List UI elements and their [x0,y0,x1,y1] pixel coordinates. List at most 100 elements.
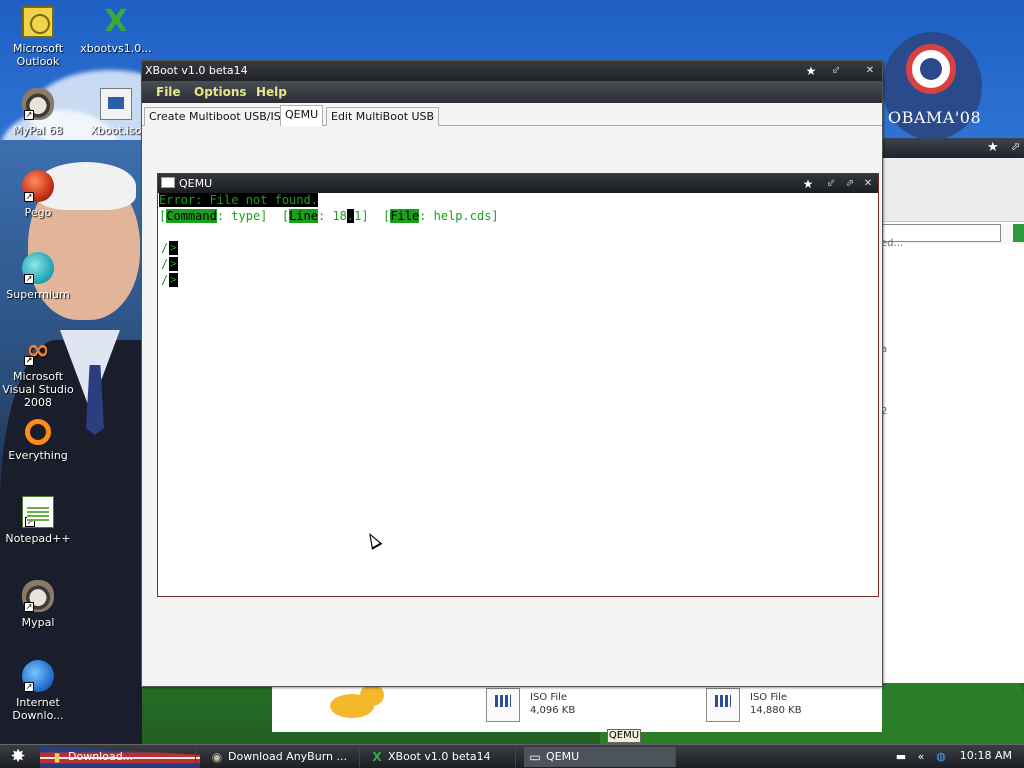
everything-icon [25,419,51,445]
desktop-icon-visual-studio[interactable]: ∞ ↗ Microsoft Visual Studio 2008 [0,333,78,410]
outlook-icon [22,6,54,38]
taskbar-tooltip: QEMU [607,729,641,743]
file-type: ISO File [750,692,788,703]
close-icon[interactable]: ✕ [862,63,878,79]
file-size: 14,880 KB [750,705,802,716]
file-type: ISO File [530,692,568,703]
file-label: File [390,209,420,223]
file-item[interactable]: ISO File 14,880 KB [706,686,826,730]
desktop-icon-xboot[interactable]: X xbootvs1.0... [76,4,156,56]
search-companion-dog [320,684,390,728]
prompt-marker: / > [161,257,178,271]
prompt-marker: / > [161,241,178,255]
desktop-icon-supermium[interactable]: ↗ Supermium [0,252,78,301]
start-button[interactable]: ✸ [4,747,32,767]
tab-create-multiboot[interactable]: Create Multiboot USB/ISO [144,107,295,126]
iso-file-icon [100,88,132,120]
qemu-titlebar[interactable]: QEMU ★ ⬃ ⬀ ✕ [158,174,878,193]
line-label: Line [289,209,318,223]
window-control-icon[interactable]: ⬀ [1011,140,1020,153]
taskbar-item-xboot[interactable]: X XBoot v1.0 beta14 [366,747,516,767]
desktop-icon-label: Internet Downlo... [12,696,64,722]
internet-download-manager-icon: ↗ [22,660,54,692]
system-tray: ▬ « ◍ 10:18 AM [884,745,1024,768]
taskbar-item-label: Download... [68,750,134,763]
campaign-logo-text: OBAMA'08 [888,108,982,127]
tab-strip: Create Multiboot USB/ISO QEMU Edit Multi… [142,105,882,126]
file-size: 4,096 KB [530,705,576,716]
xboot-icon: X [104,4,128,39]
notepad-plus-plus-icon: ↗ [22,496,54,528]
desktop-icon-outlook[interactable]: Microsoft Outlook [0,6,78,68]
desktop-icon-label: Notepad++ [5,532,71,545]
mypal-icon: ◉ [211,750,223,764]
clock[interactable]: 10:18 AM [960,749,1012,762]
desktop-icon-mypal68[interactable]: ↗ MyPal 68 [0,88,78,137]
pin-icon[interactable]: ★ [800,176,816,192]
taskbar-item-label: QEMU [546,750,580,763]
pin-icon[interactable]: ★ [987,140,999,155]
file-item[interactable]: ISO File 4,096 KB [486,686,596,730]
taskbar-item-label: Download AnyBurn ... [228,750,347,763]
tab-qemu[interactable]: QEMU [280,105,324,126]
line-value: 18 [332,209,347,223]
error-message: Error: File not found. [159,193,318,207]
command-value: type [231,209,261,223]
iso-file-icon [706,688,740,722]
text-fragment: ed... [881,238,904,249]
window-title: QEMU [179,177,213,190]
desktop-icon-label: Mypal [21,616,55,629]
visual-studio-icon: ∞ ↗ [24,333,50,366]
maximize-icon[interactable]: ⬀ [842,176,858,192]
desktop-icon-pego[interactable]: ↗ Pego [0,170,78,219]
desktop-icon-internet-download-manager[interactable]: ↗ Internet Downlo... [0,660,78,722]
pin-icon[interactable]: ★ [803,63,819,79]
taskbar-item-qemu[interactable]: ▭ QEMU [524,747,676,767]
xboot-icon: X [372,750,382,764]
mypal-icon: ↗ [22,580,54,612]
xboot-titlebar[interactable]: XBoot v1.0 beta14 ★ ⬃ ✕ [142,61,882,81]
desktop-icon-label: Pego [24,206,52,219]
desktop-icon-label: Supermium [6,288,70,301]
background-window-toolbar [881,158,1024,222]
qemu-window: QEMU ★ ⬃ ⬀ ✕ Error: File not found. [Com… [157,173,879,597]
background-explorer-window[interactable]: ★ ⬀ ed... a 2 [880,138,1024,683]
desktop-icon-label: Microsoft Visual Studio 2008 [2,370,74,409]
window-icon [161,177,175,188]
close-icon[interactable]: ✕ [860,176,876,192]
emulator-screen[interactable]: Error: File not found. [Command: type] [… [159,193,877,593]
network-globe-icon[interactable]: ◍ [934,750,948,764]
taskbar: ✸ ▮ Download... ◉ Download AnyBurn ... X… [0,744,1024,768]
file-value: help.cds [433,209,492,223]
desktop-icon-notepad-plus-plus[interactable]: ↗ Notepad++ [0,496,78,545]
qemu-icon: ▭ [529,750,541,764]
line-value: 1 [354,209,362,223]
desktop-icon-label: xbootvs1.0... [80,42,152,55]
folder-icon: ▮ [53,750,61,764]
prompt-marker: / > [161,273,178,287]
desktop-icon-label: MyPal 68 [13,124,63,137]
tab-edit-multiboot[interactable]: Edit MultiBoot USB [326,107,440,126]
menu-help[interactable]: Help [256,85,287,99]
campaign-logo: OBAMA'08 [882,32,982,140]
desktop-icon-mypal[interactable]: ↗ Mypal [0,580,78,629]
keyboard-icon[interactable]: ▬ [894,750,908,764]
desktop-icon-everything[interactable]: Everything [0,416,78,462]
menu-options[interactable]: Options [194,85,247,99]
supermium-icon: ↗ [22,252,54,284]
taskbar-item-download[interactable]: ▮ Download... [46,747,196,767]
taskbar-item-label: XBoot v1.0 beta14 [388,750,491,763]
window-title: XBoot v1.0 beta14 [145,64,248,77]
mypal-icon: ↗ [22,88,54,120]
taskbar-item-anyburn[interactable]: ◉ Download AnyBurn ... [206,747,360,767]
desktop-icon-label: Everything [8,449,68,462]
desktop-icon-label: Microsoft Outlook [12,42,64,68]
minimize-icon[interactable]: ⬃ [828,63,844,79]
go-button[interactable] [1013,224,1024,242]
minimize-icon[interactable]: ⬃ [823,176,839,192]
chevron-icon[interactable]: « [914,750,928,764]
iso-file-icon [486,688,520,722]
menu-file[interactable]: File [156,85,181,99]
command-label: Command [166,209,217,223]
menu-bar: File Options Help [142,81,882,103]
